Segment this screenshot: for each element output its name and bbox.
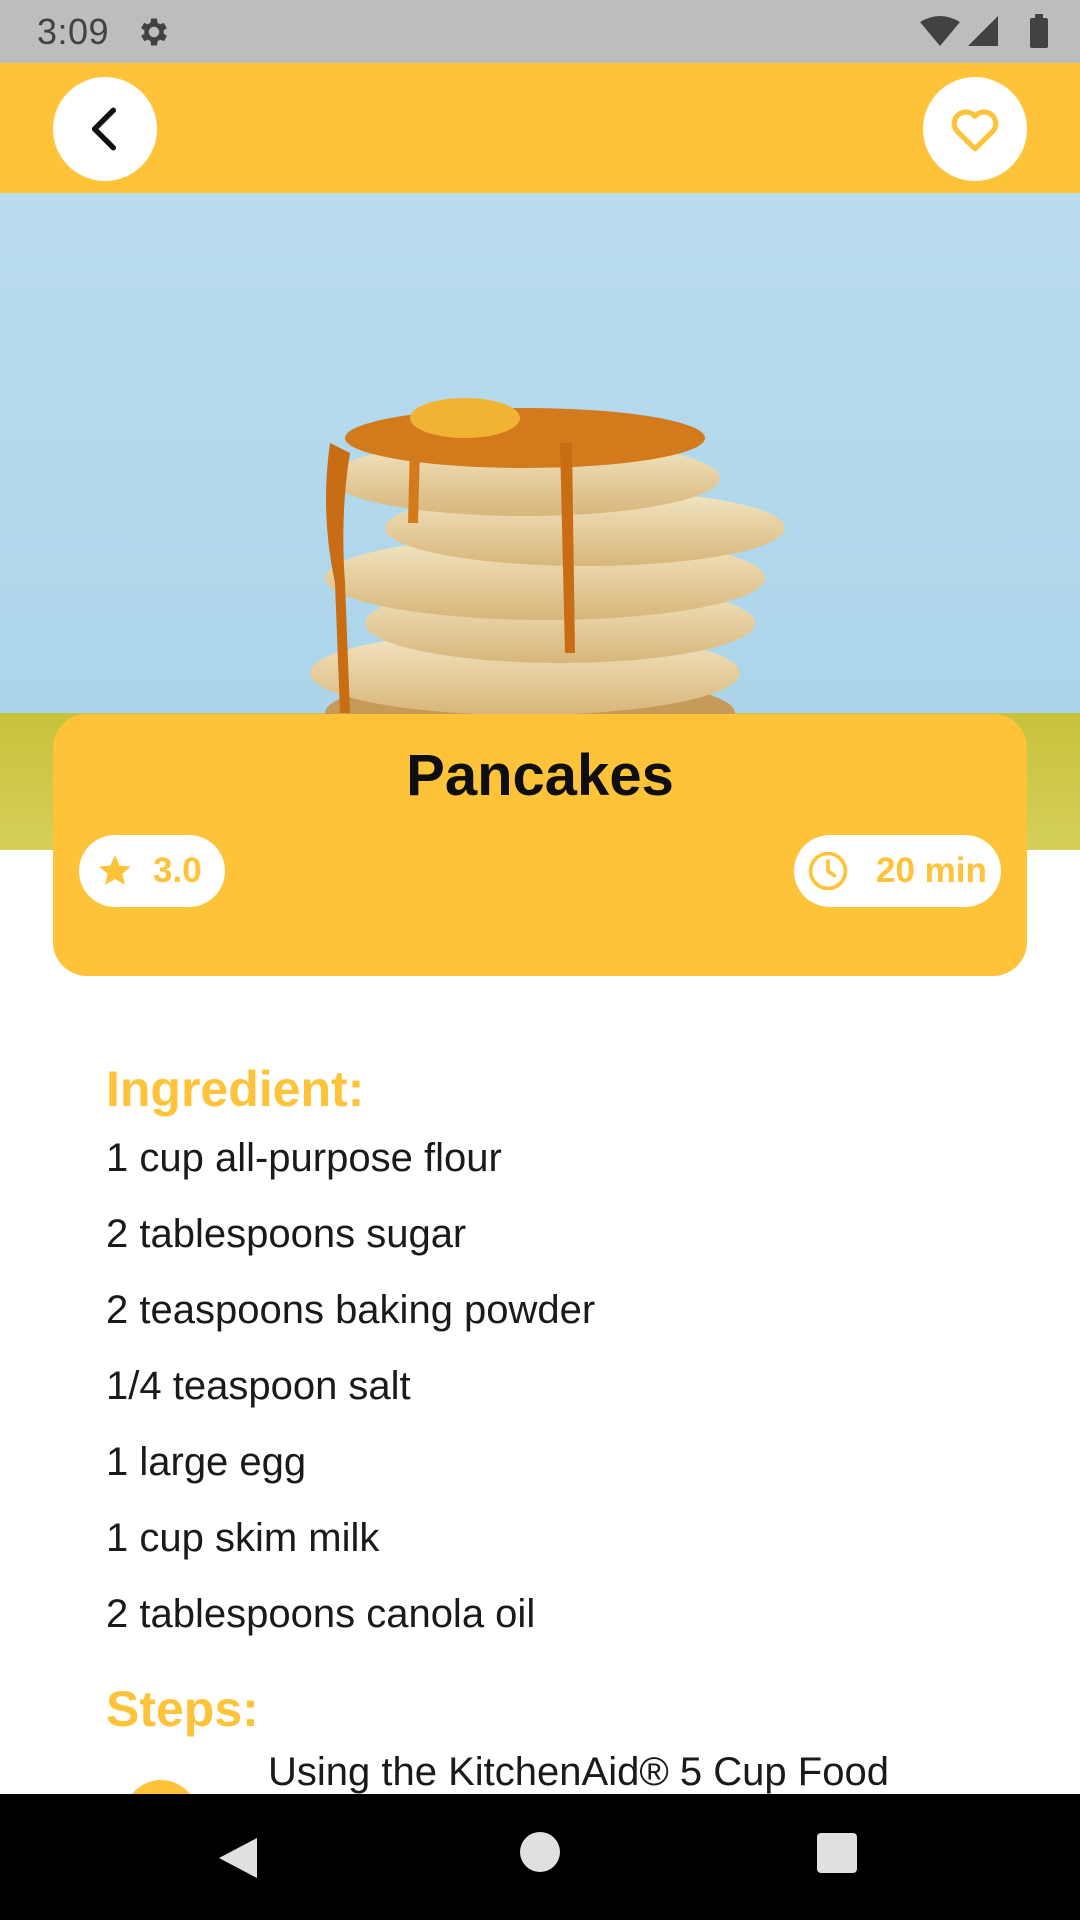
recipe-title: Pancakes xyxy=(406,743,674,808)
wifi-icon xyxy=(920,16,960,46)
ingredient-item: 1 large egg xyxy=(106,1440,307,1484)
rating-value: 3.0 xyxy=(153,851,202,890)
time-value: 20 min xyxy=(876,851,987,890)
arrow-back-icon xyxy=(91,107,117,151)
favorite-button[interactable] xyxy=(923,77,1027,181)
status-time: 3:09 xyxy=(37,11,110,52)
heart-outline-icon xyxy=(951,109,999,152)
gear-icon xyxy=(141,18,167,46)
nav-recents-icon[interactable] xyxy=(817,1833,857,1873)
ingredient-item: 1/4 teaspoon salt xyxy=(106,1364,411,1408)
cell-signal-icon xyxy=(968,16,998,46)
ingredient-item: 1 cup skim milk xyxy=(106,1516,380,1560)
nav-home-icon[interactable] xyxy=(520,1832,560,1872)
step-text: Using the KitchenAid® 5 Cup Food xyxy=(268,1750,889,1794)
rating-badge: 3.0 xyxy=(79,835,225,907)
status-bar: 3:09 xyxy=(0,0,1080,63)
ingredient-item: 1 cup all-purpose flour xyxy=(106,1136,502,1180)
battery-icon xyxy=(1030,18,1048,48)
ingredient-item: 2 tablespoons sugar xyxy=(106,1212,467,1256)
star-icon xyxy=(99,855,131,885)
app-bar xyxy=(0,63,1080,193)
nav-back-icon[interactable] xyxy=(217,1836,259,1880)
system-nav-bar xyxy=(0,1794,1080,1920)
recipe-title-card: Pancakes 3.0 20 min xyxy=(53,714,1027,976)
ingredients-heading: Ingredient: xyxy=(106,1061,365,1117)
back-button[interactable] xyxy=(53,77,157,181)
ingredient-item: 2 tablespoons canola oil xyxy=(106,1592,536,1636)
ingredient-list: 1 cup all-purpose flour 2 tablespoons su… xyxy=(106,1130,595,1662)
status-indicators xyxy=(920,14,1048,48)
ingredient-item: 2 teaspoons baking powder xyxy=(106,1288,596,1332)
steps-heading: Steps: xyxy=(106,1681,259,1737)
time-badge: 20 min xyxy=(794,835,1001,907)
clock-icon xyxy=(808,851,848,891)
